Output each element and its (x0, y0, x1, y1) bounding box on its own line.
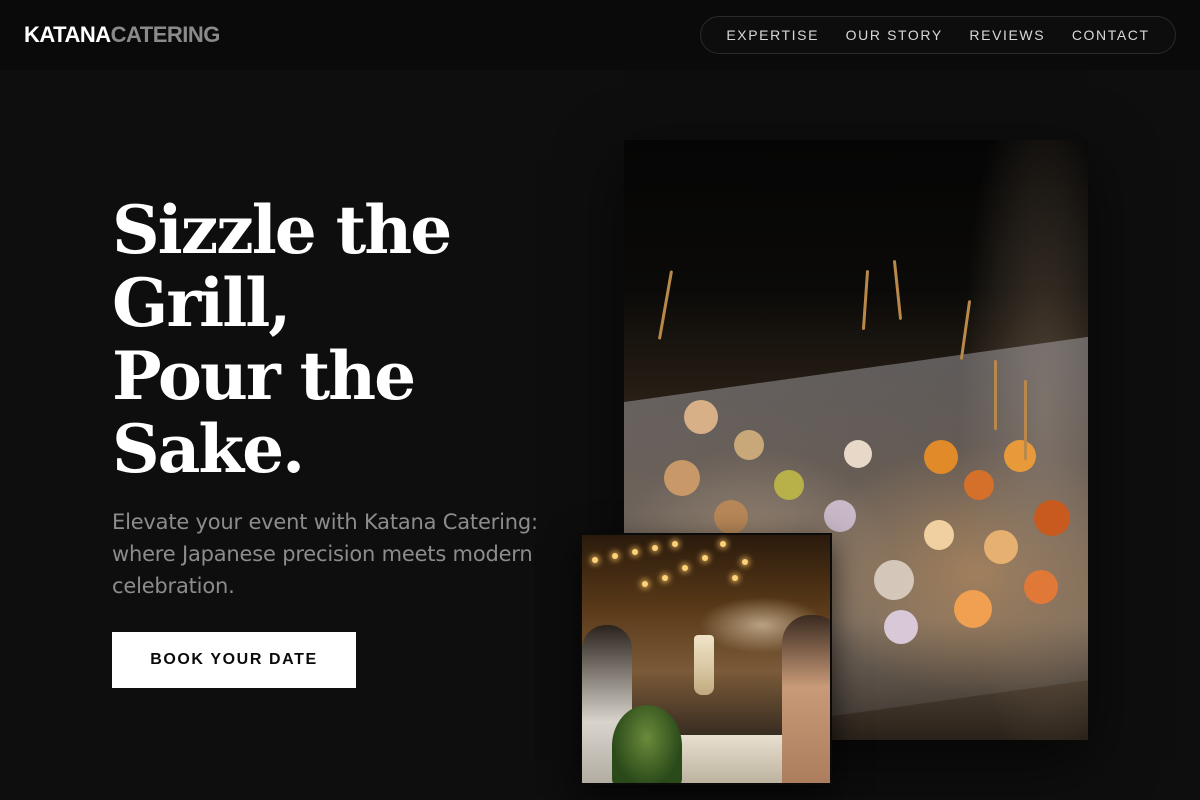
event-toast-photo (580, 533, 832, 785)
nav-item-reviews[interactable]: REVIEWS (969, 27, 1045, 43)
string-light (732, 575, 738, 581)
canape (684, 400, 718, 434)
headline-line: Grill, (112, 264, 291, 342)
skewer (657, 270, 674, 340)
string-light (632, 549, 638, 555)
string-light (652, 545, 658, 551)
headline-line: Sizzle the (112, 191, 452, 269)
canape (954, 590, 992, 628)
string-light (592, 557, 598, 563)
book-your-date-button[interactable]: BOOK YOUR DATE (112, 632, 356, 688)
canape (714, 500, 748, 534)
headline-line: Sake. (112, 410, 305, 488)
string-light (672, 541, 678, 547)
brand-name-dim: CATERING (110, 22, 221, 47)
canape (1034, 500, 1070, 536)
nav-item-contact[interactable]: CONTACT (1072, 27, 1150, 43)
hero-headline: Sizzle the Grill, Pour the Sake. (112, 194, 512, 486)
canape (824, 500, 856, 532)
string-light (682, 565, 688, 571)
site-header: KATANACATERING EXPERTISE OUR STORY REVIE… (0, 0, 1200, 70)
string-light (642, 581, 648, 587)
canape (844, 440, 872, 468)
string-light (742, 559, 748, 565)
canape (664, 460, 700, 496)
hero-subtext: Elevate your event with Katana Catering:… (112, 510, 538, 598)
table-flowers (612, 705, 682, 783)
canape (774, 470, 804, 500)
skewer (959, 300, 972, 360)
nav-item-expertise[interactable]: EXPERTISE (726, 27, 819, 43)
canape (884, 610, 918, 644)
canape (1004, 440, 1036, 472)
brand-name-strong: KATANA (24, 22, 111, 47)
canape (734, 430, 764, 460)
string-light (612, 553, 618, 559)
skewer (1024, 380, 1027, 460)
skewer (892, 260, 903, 320)
string-light (702, 555, 708, 561)
canape (964, 470, 994, 500)
main-nav: EXPERTISE OUR STORY REVIEWS CONTACT (700, 16, 1176, 54)
headline-line: Pour the (112, 337, 416, 415)
canape (984, 530, 1018, 564)
string-light (662, 575, 668, 581)
champagne-glass (694, 635, 714, 695)
canape (1024, 570, 1058, 604)
guest-figure (782, 615, 830, 783)
canape (924, 440, 958, 474)
nav-item-our-story[interactable]: OUR STORY (846, 27, 943, 43)
canape (924, 520, 954, 550)
brand-logo[interactable]: KATANACATERING (24, 22, 220, 48)
skewer (861, 269, 870, 331)
string-light (720, 541, 726, 547)
skewer (994, 360, 997, 430)
canape (874, 560, 914, 600)
